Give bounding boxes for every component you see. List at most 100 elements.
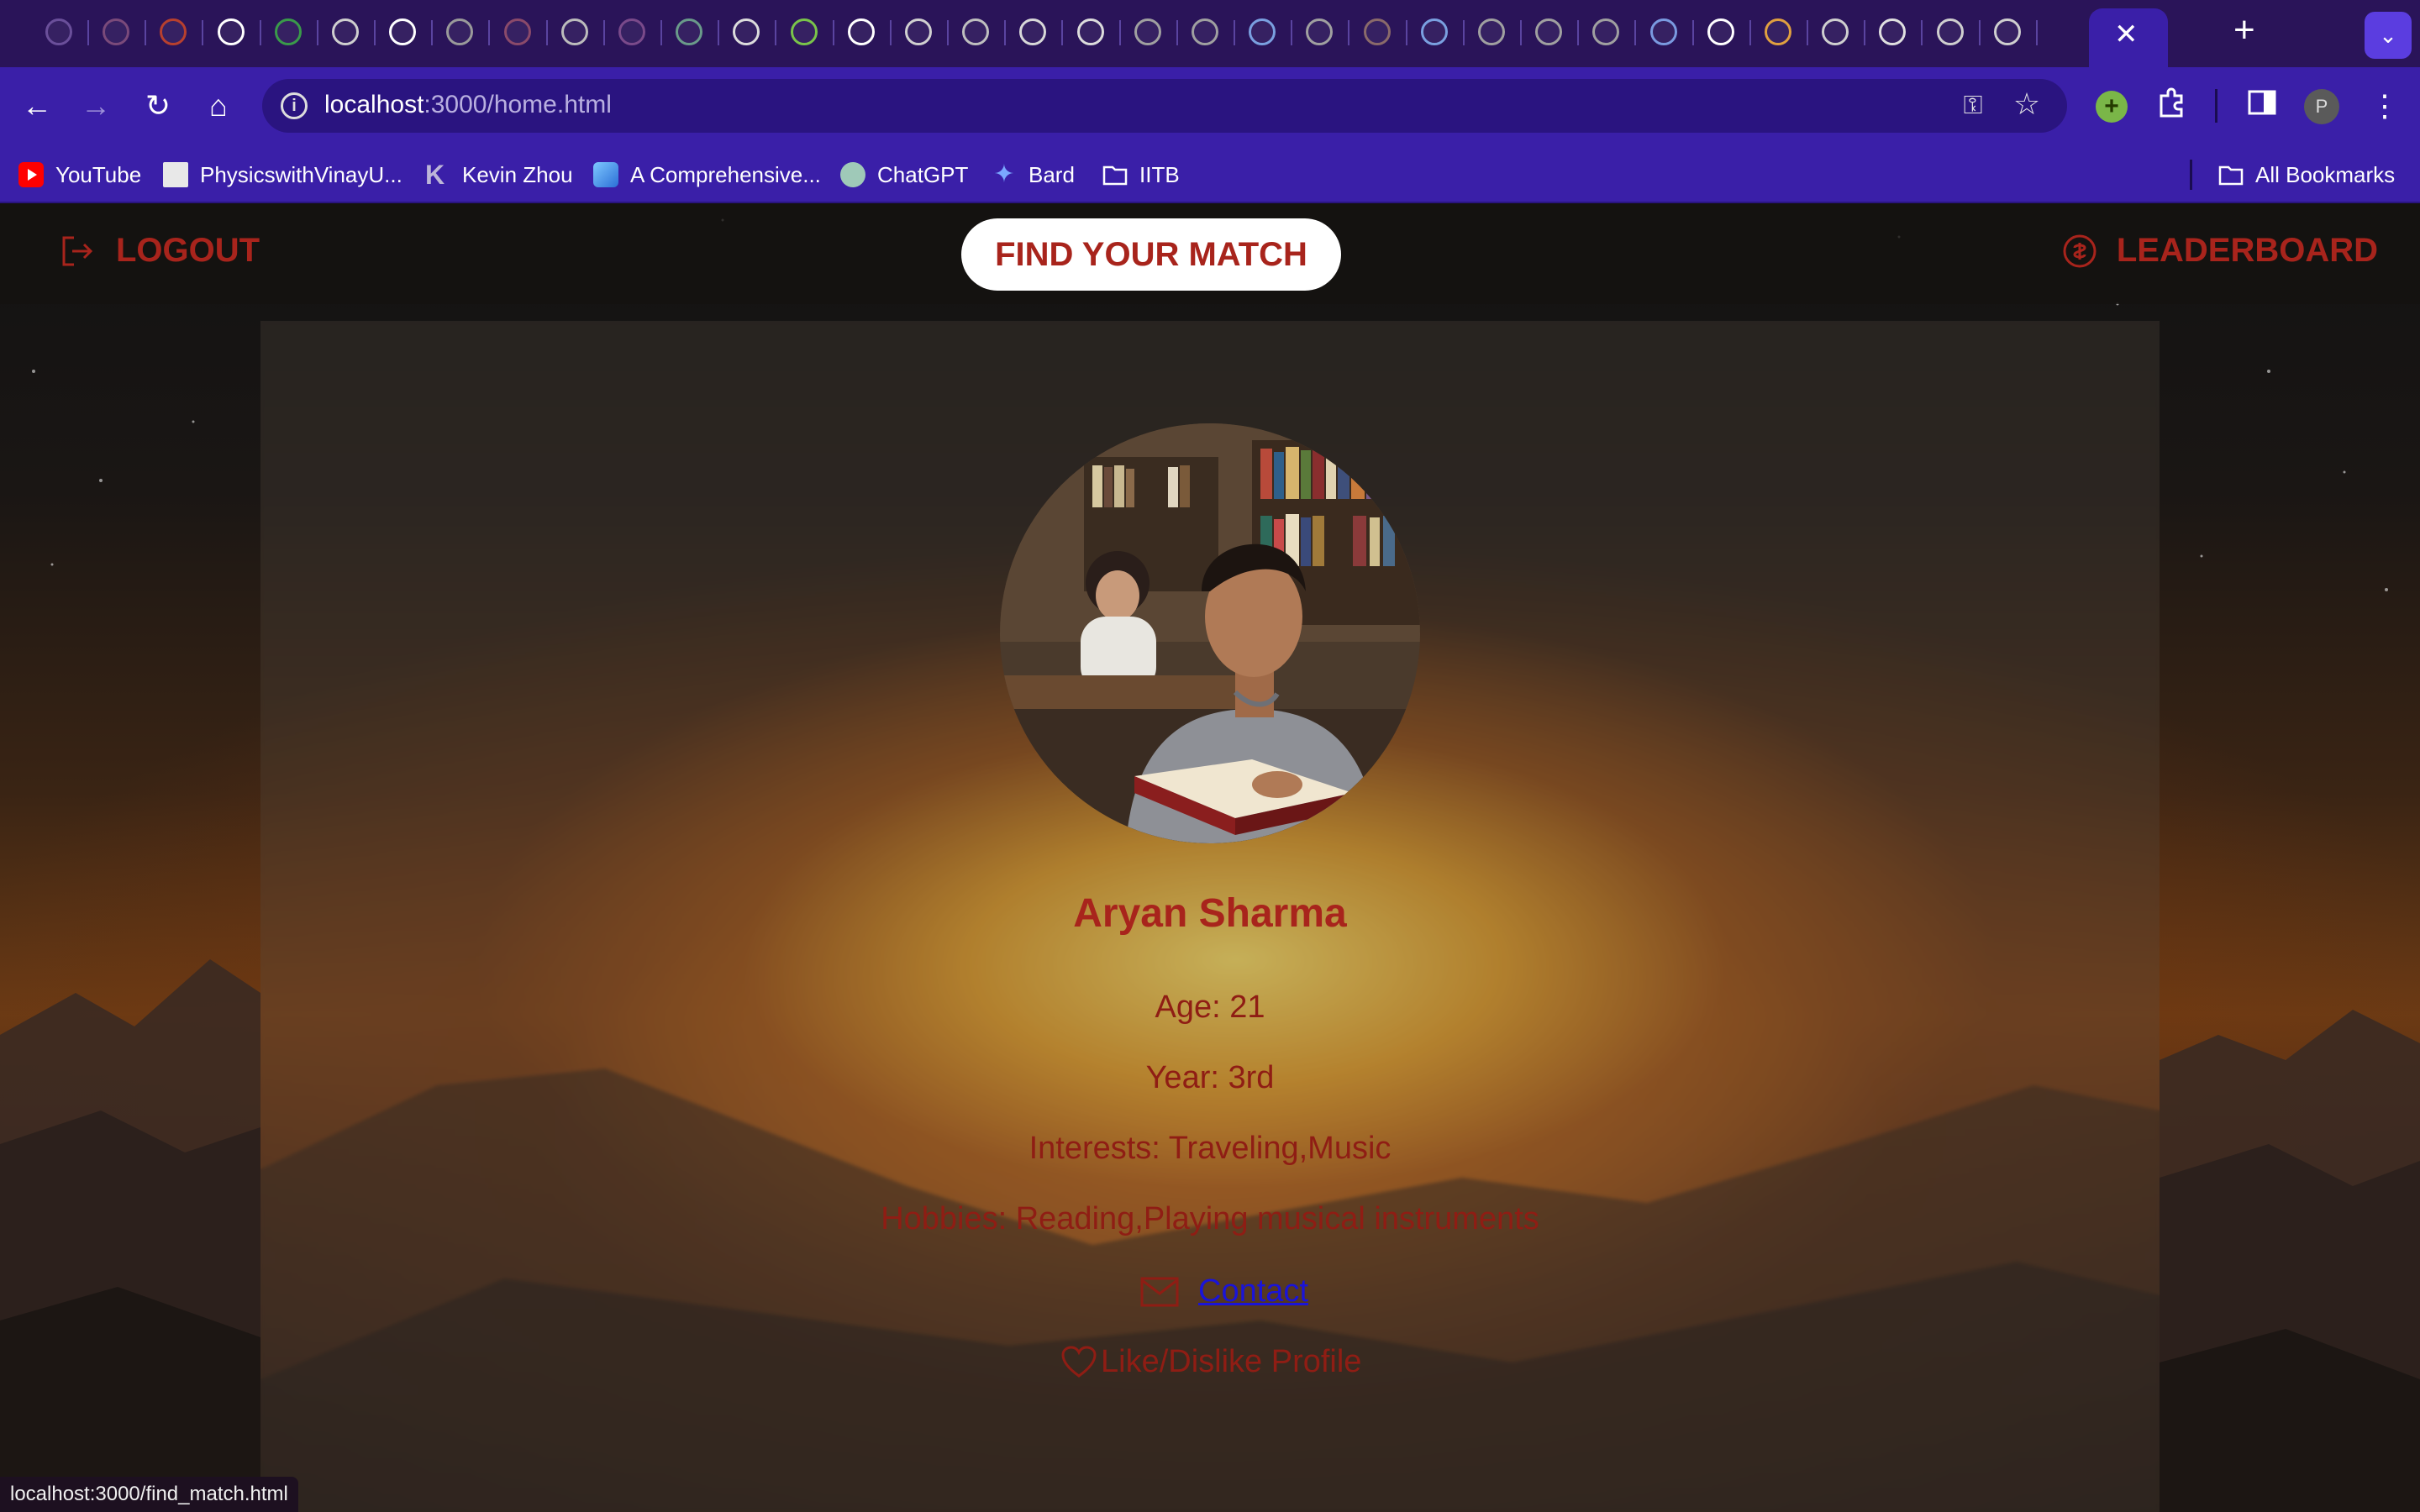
tab-favicon-icon[interactable] [1822, 18, 1849, 45]
site-info-icon[interactable]: i [281, 92, 308, 119]
tab-favicon-icon[interactable] [1420, 18, 1448, 45]
tab-separator [1577, 20, 1580, 45]
tab-favicon-icon[interactable] [503, 18, 531, 45]
like-dislike-button[interactable]: Like/Dislike Profile [1060, 1344, 1361, 1380]
tab-separator [259, 20, 261, 45]
tab-favicon-icon[interactable] [1478, 18, 1505, 45]
folder-icon [1102, 162, 1128, 187]
bookmark-chatgpt[interactable]: ChatGPT [840, 161, 968, 188]
reload-icon[interactable]: ↻ [138, 86, 178, 126]
tab-favicon-icon[interactable] [1936, 18, 1964, 45]
password-key-icon[interactable]: ⚿ [1956, 89, 1990, 123]
tab-separator [832, 20, 834, 45]
bookmark-kevin-zhou[interactable]: K Kevin Zhou [425, 161, 573, 188]
tab-favicon-icon[interactable] [1249, 18, 1276, 45]
tab-favicon-icon[interactable] [1076, 18, 1104, 45]
tab-separator [775, 20, 777, 45]
active-tab[interactable]: ✕ [2089, 8, 2168, 67]
tab-separator [718, 20, 720, 45]
all-bookmarks[interactable]: All Bookmarks [2218, 161, 2395, 188]
extension-green-icon[interactable]: + [2096, 91, 2128, 123]
tab-separator [1348, 20, 1350, 45]
tab-separator [602, 20, 605, 45]
tab-favicon-icon[interactable] [332, 18, 359, 45]
like-dislike-label: Like/Dislike Profile [1101, 1344, 1362, 1379]
tab-favicon-icon[interactable] [905, 18, 932, 45]
profile-avatar[interactable]: P [2304, 89, 2339, 124]
cube-icon [593, 162, 618, 187]
bookmark-label: PhysicswithVinayU... [200, 161, 402, 187]
bookmark-a-comprehensive[interactable]: A Comprehensive... [593, 161, 821, 188]
bookmarks-divider [2190, 160, 2192, 190]
bookmark-star-icon[interactable]: ☆ [2010, 87, 2044, 121]
bookmark-label: Kevin Zhou [462, 161, 573, 187]
tab-separator [889, 20, 892, 45]
tab-favicon-icon[interactable] [1993, 18, 2021, 45]
new-tab-icon[interactable]: + [2233, 12, 2255, 49]
tab-favicon-icon[interactable] [962, 18, 990, 45]
home-icon[interactable]: ⌂ [198, 86, 239, 126]
tab-separator [145, 20, 147, 45]
bookmark-label: YouTube [55, 161, 142, 187]
tab-separator [1405, 20, 1407, 45]
find-your-match-button[interactable]: FIND YOUR MATCH [961, 218, 1341, 291]
tab-favicon-icon[interactable] [217, 18, 245, 45]
tab-favicon-icon[interactable] [790, 18, 818, 45]
tab-separator [87, 20, 89, 45]
tab-separator [1004, 20, 1007, 45]
logout-button[interactable]: LOGOUT [59, 232, 260, 270]
tab-favicon-icon[interactable] [1192, 18, 1218, 45]
leaderboard-button[interactable]: LEADERBOARD [2061, 232, 2378, 270]
forward-icon[interactable]: → [76, 86, 116, 126]
tab-separator [1176, 20, 1178, 45]
tab-favicon-icon[interactable] [446, 18, 474, 45]
tab-favicon-icon[interactable] [274, 18, 302, 45]
tab-search-icon[interactable]: ⌄ [2365, 12, 2412, 59]
tab-favicon-icon[interactable] [45, 18, 72, 45]
contact-link[interactable]: Contact [1198, 1273, 1308, 1310]
all-bookmarks-label: All Bookmarks [2255, 161, 2396, 187]
tab-favicon-icon[interactable] [1019, 18, 1047, 45]
tab-separator [1234, 20, 1235, 45]
close-tab-icon[interactable]: ✕ [2114, 20, 2139, 49]
tab-favicon-icon[interactable] [1707, 18, 1734, 45]
folder-icon [2218, 162, 2244, 187]
tab-separator [660, 20, 662, 45]
url-text[interactable]: localhost:3000/home.html [324, 91, 612, 119]
tab-favicon-icon[interactable] [1649, 18, 1677, 45]
tab-favicon-icon[interactable] [1363, 18, 1391, 45]
tab-favicon-icon[interactable] [733, 18, 760, 45]
tab-favicon-icon[interactable] [1592, 18, 1620, 45]
tab-favicon-icon[interactable] [1535, 18, 1563, 45]
bookmark-physicswithvinay[interactable]: PhysicswithVinayU... [163, 161, 402, 188]
mail-icon [1140, 1277, 1179, 1306]
tab-separator [2035, 20, 2038, 45]
tab-favicon-icon[interactable] [847, 18, 875, 45]
bookmark-iitb[interactable]: IITB [1102, 161, 1180, 188]
tab-favicon-icon[interactable] [389, 18, 417, 45]
tab-favicon-icon[interactable] [1765, 18, 1791, 45]
heart-icon [1061, 1345, 1097, 1378]
profile-hobbies: Hobbies: Reading,Playing musical instrum… [881, 1201, 1539, 1236]
tab-favicon-icon[interactable] [103, 18, 130, 45]
extensions-icon[interactable] [2151, 86, 2191, 126]
tab-separator [1634, 20, 1637, 45]
leaderboard-icon [2063, 234, 2096, 267]
bookmark-youtube[interactable]: YouTube [18, 161, 141, 188]
tab-favicon-icon[interactable] [1879, 18, 1907, 45]
bookmark-bard[interactable]: ✦ Bard [992, 161, 1075, 188]
address-bar[interactable]: i localhost:3000/home.html ⚿ ☆ [262, 79, 2067, 133]
side-panel-icon[interactable] [2242, 86, 2282, 126]
tab-favicon-icon[interactable] [618, 18, 645, 45]
chatgpt-icon [840, 162, 865, 187]
tab-favicon-icon[interactable] [160, 18, 187, 45]
browser-menu-icon[interactable]: ⋮ [2365, 86, 2405, 126]
tab-favicon-icon[interactable] [1134, 18, 1161, 45]
logout-icon [62, 236, 93, 265]
tab-favicon-icon[interactable] [1306, 18, 1334, 45]
top-nav: LOGOUT FIND YOUR MATCH LEADERBOARD [0, 203, 2420, 304]
tab-favicon-icon[interactable] [560, 18, 588, 45]
back-icon[interactable]: ← [17, 86, 57, 126]
tab-favicon-icon[interactable] [676, 18, 703, 45]
sparkle-icon: ✦ [993, 160, 1015, 188]
